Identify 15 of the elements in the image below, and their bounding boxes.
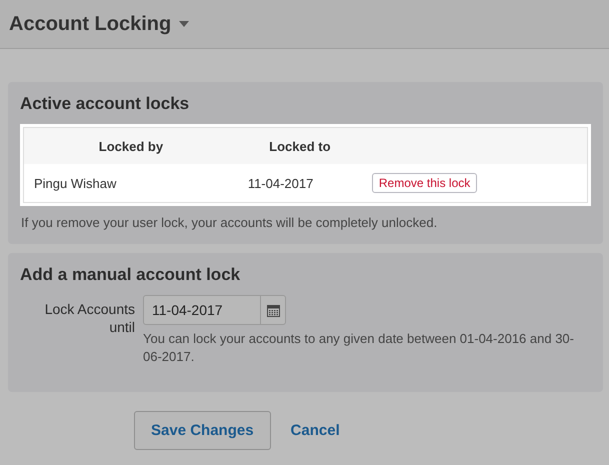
info-text: If you remove your user lock, your accounts will be completely unlocked. — [21, 215, 438, 230]
field-label: Lock Accounts until — [44, 300, 135, 337]
caret-icon[interactable] — [179, 21, 190, 27]
cancel-link[interactable]: Cancel — [290, 422, 340, 439]
column-header: Locked by — [24, 128, 238, 164]
table-cell: 11-04-2017 — [238, 164, 362, 202]
remove-lock-button[interactable]: Remove this lock — [372, 173, 478, 193]
help-text: You can lock your accounts to any given date between 01-04-2016 and 30-06-2017. — [143, 330, 575, 366]
table-cell: Pingu Wishaw — [24, 164, 238, 202]
date-field[interactable]: 11-04-2017 — [143, 295, 286, 325]
page-title[interactable]: Account Locking — [9, 12, 172, 36]
column-header: Locked to — [238, 128, 362, 164]
save-button[interactable]: Save Changes — [134, 411, 271, 450]
section-title: Add a manual account lock — [20, 265, 242, 285]
section-title: Active account locks — [20, 94, 190, 114]
